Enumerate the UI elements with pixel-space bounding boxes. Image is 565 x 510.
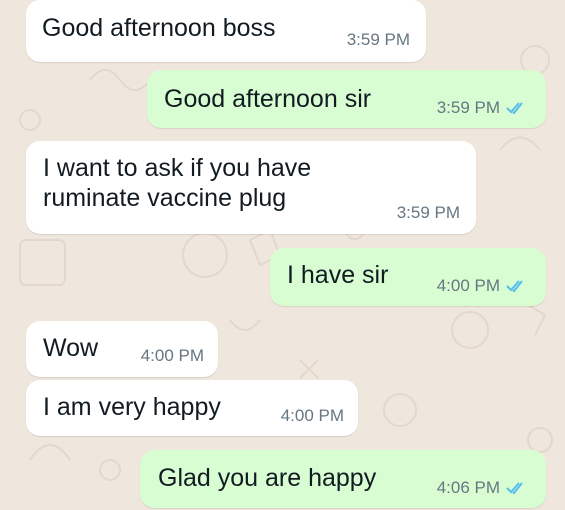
outgoing-message[interactable]: Glad you are happy 4:06 PM <box>140 450 546 508</box>
message-timestamp: 4:06 PM <box>437 478 528 498</box>
message-timestamp: 3:59 PM <box>397 203 460 223</box>
message-time: 4:00 PM <box>280 406 344 425</box>
message-time: 3:59 PM <box>346 30 410 49</box>
incoming-message[interactable]: I want to ask if you have ruminate vacci… <box>26 141 476 234</box>
message-timestamp: 3:59 PM <box>437 98 528 118</box>
message-time: 4:00 PM <box>436 276 500 295</box>
message-time: 4:00 PM <box>140 346 204 365</box>
read-receipt-icon <box>506 102 523 115</box>
message-time: 3:59 PM <box>396 203 460 222</box>
outgoing-message[interactable]: Good afternoon sir 3:59 PM <box>147 70 546 128</box>
outgoing-message[interactable]: I have sir 4:00 PM <box>270 248 546 306</box>
message-timestamp: 3:59 PM <box>347 30 410 50</box>
message-time: 4:06 PM <box>436 478 500 497</box>
read-receipt-icon <box>506 280 523 293</box>
message-timestamp: 4:00 PM <box>281 406 344 426</box>
message-text: I want to ask if you have ruminate vacci… <box>43 154 312 212</box>
message-text: Good afternoon sir <box>164 85 372 113</box>
message-time: 3:59 PM <box>436 98 500 117</box>
incoming-message[interactable]: Wow 4:00 PM <box>26 321 218 377</box>
read-receipt-icon <box>506 482 523 495</box>
incoming-message[interactable]: I am very happy 4:00 PM <box>26 380 358 436</box>
message-timestamp: 4:00 PM <box>437 276 528 296</box>
message-text: Good afternoon boss <box>42 14 276 42</box>
message-text: Glad you are happy <box>158 464 377 492</box>
incoming-message[interactable]: Good afternoon boss 3:59 PM <box>26 0 426 62</box>
message-text: I am very happy <box>43 393 221 421</box>
message-text: Wow <box>43 334 99 362</box>
message-text: I have sir <box>287 261 389 289</box>
message-timestamp: 4:00 PM <box>141 346 204 366</box>
